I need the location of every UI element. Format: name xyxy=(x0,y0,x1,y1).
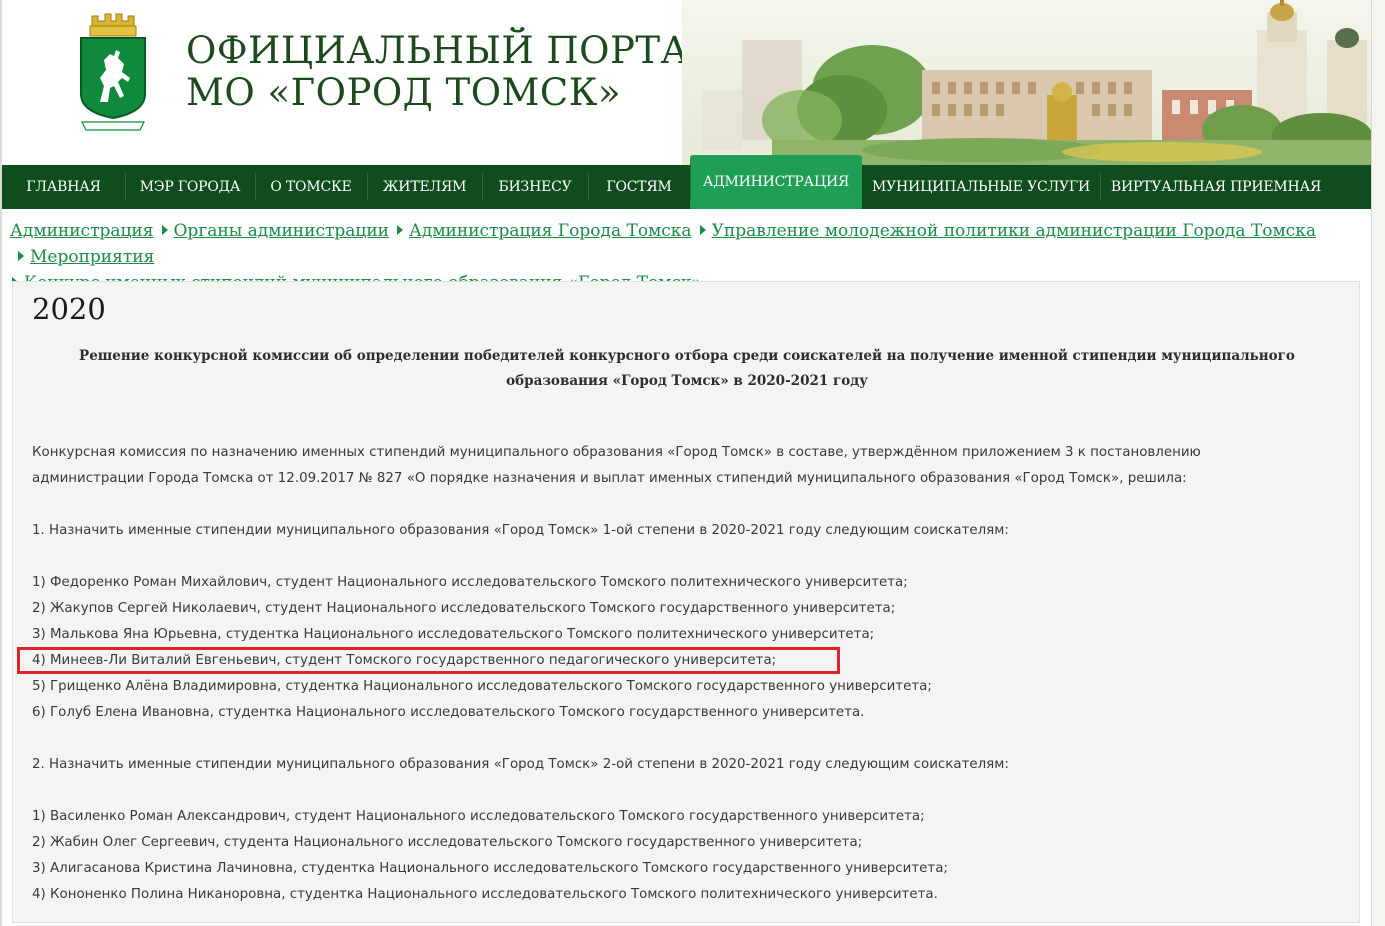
list-item: 4) Кононенко Полина Никаноровна, студент… xyxy=(32,887,938,902)
page-title: 2020 xyxy=(32,292,106,326)
nav-item-virtual-reception[interactable]: ВИРТУАЛЬНАЯ ПРИЕМНАЯ xyxy=(1100,165,1332,209)
tomsk-crest-logo-icon[interactable] xyxy=(78,12,148,136)
breadcrumb-arrow-icon xyxy=(396,225,403,235)
list-item: 1) Василенко Роман Александрович, студен… xyxy=(32,809,925,824)
nav-item-municipal-services[interactable]: МУНИЦИПАЛЬНЫЕ УСЛУГИ xyxy=(862,165,1100,209)
list-item: 3) Малькова Яна Юрьевна, студентка Нацио… xyxy=(32,627,875,642)
nav-item-main[interactable]: ГЛАВНАЯ xyxy=(2,165,125,209)
breadcrumb-arrow-icon xyxy=(699,225,706,235)
nav-item-guests[interactable]: ГОСТЯМ xyxy=(588,165,690,209)
site-header: ОФИЦИАЛЬНЫЙ ПОРТАЛ МО «ГОРОД ТОМСК» xyxy=(2,0,1371,165)
breadcrumb-arrow-icon xyxy=(18,251,24,261)
decision-title: Решение конкурсной комиссии об определен… xyxy=(79,348,1295,389)
list-item: 3) Алигасанова Кристина Лачиновна, студе… xyxy=(32,861,948,876)
breadcrumb-city-administration[interactable]: Администрация Города Томска xyxy=(409,221,692,241)
breadcrumb-administration[interactable]: Администрация xyxy=(10,221,154,241)
portal-title[interactable]: ОФИЦИАЛЬНЫЙ ПОРТАЛ МО «ГОРОД ТОМСК» xyxy=(186,30,720,114)
nav-item-business[interactable]: БИЗНЕСУ xyxy=(482,165,588,209)
breadcrumb-arrow-icon xyxy=(161,225,168,235)
intro-line: администрации Города Томска от 12.09.201… xyxy=(32,471,1187,486)
portal-title-line1: ОФИЦИАЛЬНЫЙ ПОРТАЛ xyxy=(186,29,721,72)
article-body: Конкурсная комиссия по назначению именны… xyxy=(32,440,1332,908)
list-item: 1) Федоренко Роман Михайлович, студент Н… xyxy=(32,575,908,590)
highlight-annotation-box xyxy=(17,647,840,674)
intro-line: Конкурсная комиссия по назначению именны… xyxy=(32,445,1201,460)
main-nav: ГЛАВНАЯ МЭР ГОРОДА О ТОМСКЕ ЖИТЕЛЯМ БИЗН… xyxy=(2,155,1371,209)
breadcrumb-admin-bodies[interactable]: Органы администрации xyxy=(174,221,389,241)
portal-title-line2: МО «ГОРОД ТОМСК» xyxy=(186,71,621,114)
nav-item-residents[interactable]: ЖИТЕЛЯМ xyxy=(367,165,482,209)
list-item: 2) Жакупов Сергей Николаевич, студент На… xyxy=(32,601,896,616)
breadcrumb-youth-policy[interactable]: Управление молодежной политики администр… xyxy=(712,221,1316,241)
section1-title: 1. Назначить именные стипендии муниципал… xyxy=(32,523,1009,538)
list-item: 2) Жабин Олег Сергеевич, студента Национ… xyxy=(32,835,863,850)
list-item: 6) Голуб Елена Ивановна, студентка Нацио… xyxy=(32,705,865,720)
nav-item-administration[interactable]: АДМИНИСТРАЦИЯ xyxy=(690,155,862,209)
content-panel: 2020 Решение конкурсной комиссии об опре… xyxy=(12,281,1360,923)
right-scroll-area xyxy=(1371,0,1385,926)
section2-title: 2. Назначить именные стипендии муниципал… xyxy=(32,757,1009,772)
list-item: 5) Грищенко Алёна Владимировна, студентк… xyxy=(32,679,932,694)
tomsk-panorama-image xyxy=(682,0,1371,165)
nav-item-mayor[interactable]: МЭР ГОРОДА xyxy=(125,165,255,209)
nav-item-about-tomsk[interactable]: О ТОМСКЕ xyxy=(255,165,367,209)
breadcrumb-events[interactable]: Мероприятия xyxy=(30,247,154,267)
